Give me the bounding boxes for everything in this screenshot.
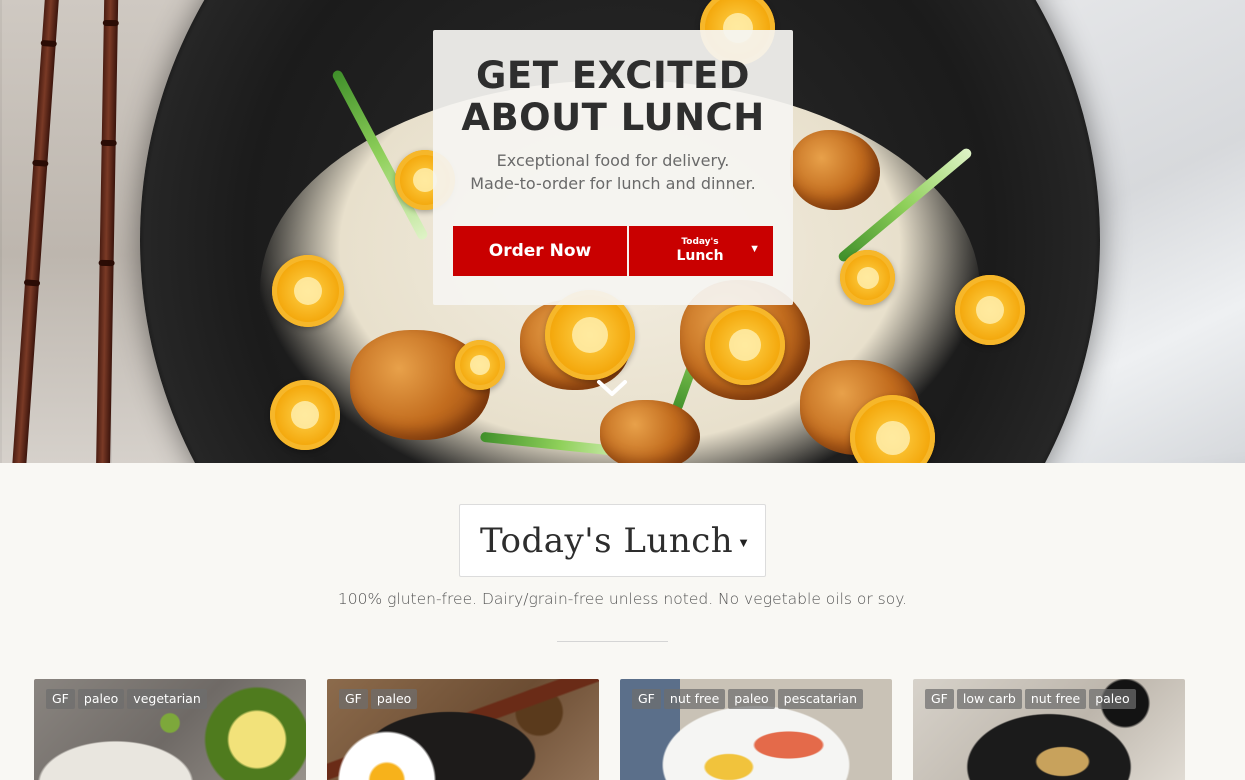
dish-tag: nut free: [1024, 689, 1087, 709]
dish-tag: pescatarian: [777, 689, 864, 709]
menu-selector-dropdown[interactable]: Today's Lunch ▼: [459, 504, 766, 577]
chopstick-image: [95, 0, 119, 463]
section-divider: [557, 641, 668, 642]
dish-tag: GF: [46, 689, 75, 709]
kumquat-slice-image: [455, 340, 505, 390]
chicken-piece-image: [790, 130, 880, 210]
kumquat-slice-image: [270, 380, 340, 450]
dish-card[interactable]: GF nut free paleo pescatarian: [620, 679, 892, 780]
dish-tag: paleo: [77, 689, 125, 709]
hero-card: GET EXCITED ABOUT LUNCH Exceptional food…: [433, 30, 793, 305]
dish-card[interactable]: GF paleo vegetarian: [34, 679, 306, 780]
order-now-button[interactable]: Order Now: [453, 226, 627, 276]
todays-lunch-dropdown-button[interactable]: Today's Lunch ▼: [629, 226, 773, 276]
hero-button-group: Order Now Today's Lunch ▼: [453, 226, 773, 276]
dish-tag: paleo: [728, 689, 775, 709]
hero-subtitle-line1: Exceptional food for delivery.: [496, 151, 730, 170]
kumquat-slice-image: [705, 305, 785, 385]
hero-title: GET EXCITED ABOUT LUNCH: [461, 54, 765, 139]
kumquat-slice-image: [840, 250, 895, 305]
dish-tag: paleo: [1089, 689, 1136, 709]
chopstick-image: [9, 0, 61, 463]
menu-selector-label: Today's Lunch: [480, 520, 734, 561]
dish-tags: GF paleo: [339, 689, 418, 709]
dish-tags: GF paleo vegetarian: [46, 689, 207, 709]
hero-subtitle-line2: Made-to-order for lunch and dinner.: [470, 174, 756, 193]
dish-tag: nut free: [663, 689, 726, 709]
dish-card[interactable]: GF low carb nut free paleo: [913, 679, 1185, 780]
kumquat-slice-image: [955, 275, 1025, 345]
dish-tag: GF: [925, 689, 954, 709]
hero-subtitle: Exceptional food for delivery. Made-to-o…: [433, 149, 793, 195]
dish-card[interactable]: GF paleo: [327, 679, 599, 780]
hero-banner: GET EXCITED ABOUT LUNCH Exceptional food…: [0, 0, 1245, 463]
caret-down-icon: ▼: [749, 243, 760, 255]
kumquat-slice-image: [272, 255, 344, 327]
dish-tags: GF low carb nut free paleo: [925, 689, 1136, 709]
dish-tag: vegetarian: [127, 689, 207, 709]
caret-down-icon: ▼: [737, 535, 750, 550]
dish-tag: paleo: [370, 689, 418, 709]
menu-button-small-label: Today's: [681, 237, 719, 247]
dish-tag: GF: [632, 689, 661, 709]
menu-button-label: Lunch: [676, 248, 724, 264]
chevron-down-icon[interactable]: [596, 378, 628, 398]
dish-tag: GF: [339, 689, 368, 709]
dietary-notice: 100% gluten-free. Dairy/grain-free unles…: [337, 590, 908, 608]
dish-tag: low carb: [956, 689, 1022, 709]
dish-tags: GF nut free paleo pescatarian: [632, 689, 864, 709]
